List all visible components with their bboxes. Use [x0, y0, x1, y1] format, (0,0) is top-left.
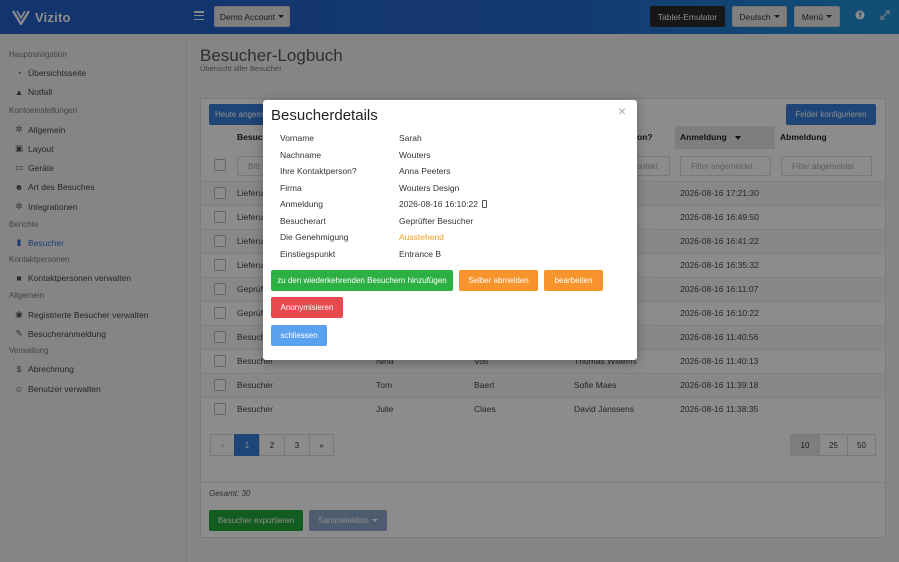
self-logout-label: Selber abmelden	[468, 276, 529, 285]
field-label: Firma	[280, 183, 302, 193]
edit-label: bearbeiten	[554, 276, 593, 285]
field-label: Ihre Kontaktperson?	[280, 166, 357, 176]
field-label: Vorname	[280, 133, 315, 143]
field-label: Die Genehmigung	[280, 232, 349, 242]
self-logout-button[interactable]: Selber abmelden	[459, 270, 538, 291]
close-icon[interactable]: ×	[618, 103, 626, 119]
field-label: Nachname	[280, 150, 322, 160]
login-time-text: 2026-08-16 16:10:22	[399, 199, 478, 209]
field-label: Einstiegspunkt	[280, 249, 336, 259]
field-label: Besucherart	[280, 216, 326, 226]
anonymize-button[interactable]: Anonymisieren	[271, 297, 343, 318]
field-value-approval-status: Ausstehend	[399, 232, 444, 242]
field-value-contact-person: Anna Peeters	[399, 166, 451, 176]
visitor-details-modal: Besucherdetails × Vorname Sarah Nachname…	[263, 100, 637, 360]
close-modal-label: schliessen	[280, 331, 318, 340]
add-recurring-visitor-button[interactable]: zu den wiederkehrenden Besuchern hinzufü…	[271, 270, 453, 291]
field-label: Anmeldung	[280, 199, 324, 209]
mobile-device-icon	[481, 200, 487, 208]
edit-button[interactable]: bearbeiten	[544, 270, 603, 291]
field-value-first-name: Sarah	[399, 133, 422, 143]
add-recurring-label: zu den wiederkehrenden Besuchern hinzufü…	[277, 276, 447, 285]
close-modal-button[interactable]: schliessen	[271, 325, 327, 346]
field-value-visitor-type: Geprüfter Besucher	[399, 216, 474, 226]
field-value-last-name: Wouters	[399, 150, 431, 160]
field-value-entry-point: Entrance B	[399, 249, 442, 259]
field-value-company: Wouters Design	[399, 183, 460, 193]
modal-title: Besucherdetails	[271, 107, 378, 124]
anonymize-label: Anonymisieren	[280, 303, 334, 312]
field-value-login-time: 2026-08-16 16:10:22	[399, 199, 487, 209]
